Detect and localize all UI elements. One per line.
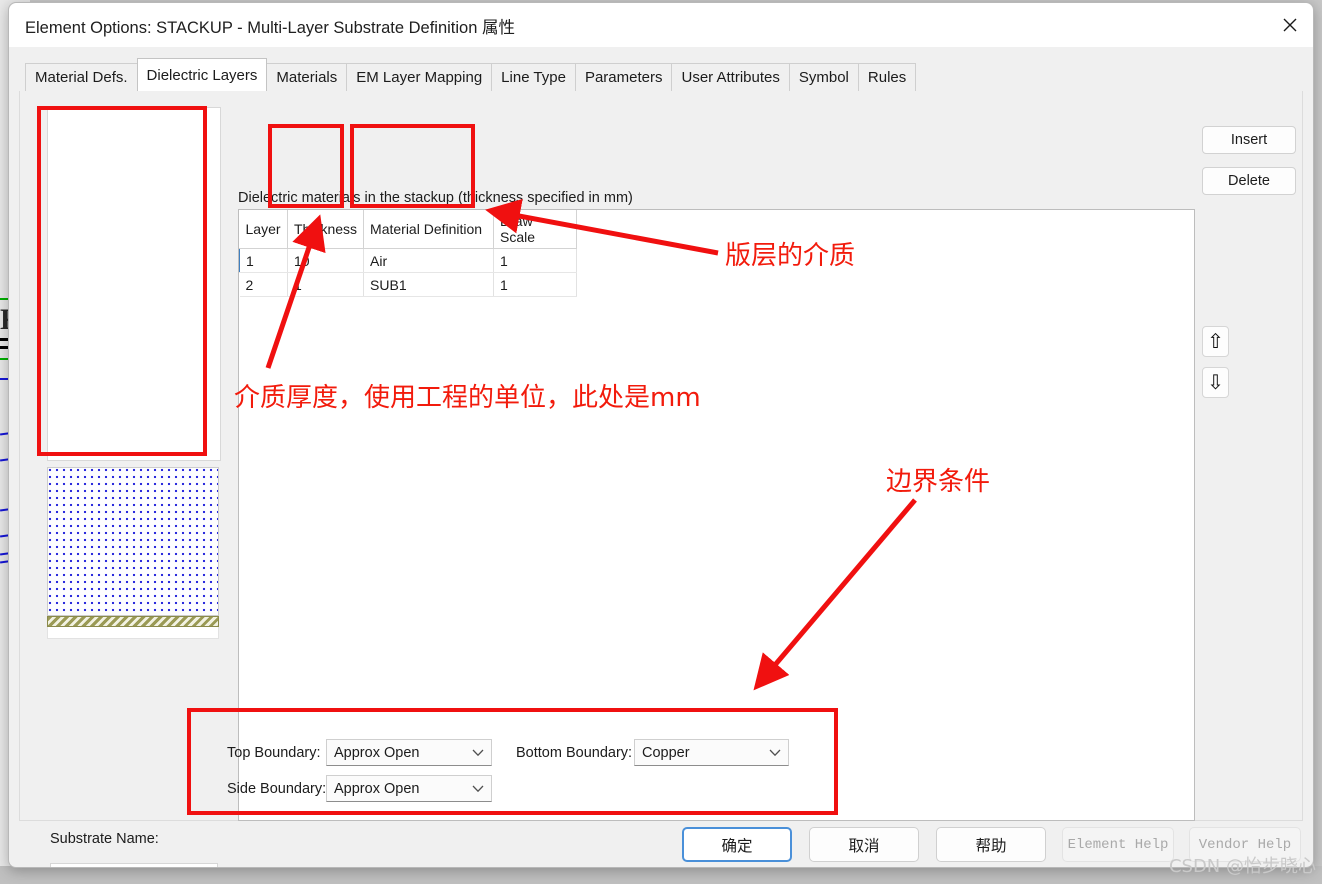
column-header-draw-scale[interactable]: Draw Scale — [493, 210, 578, 249]
side-boundary-select[interactable]: Approx Open — [326, 775, 492, 802]
tab-label: Material Defs. — [35, 69, 128, 86]
top-boundary-label: Top Boundary: — [227, 745, 321, 761]
chevron-down-icon — [465, 749, 491, 757]
cell-thickness[interactable]: 10 — [287, 248, 365, 273]
cancel-button[interactable]: 取消 — [809, 827, 919, 862]
element-options-dialog: Element Options: STACKUP - Multi-Layer S… — [8, 2, 1314, 868]
help-button[interactable]: 帮助 — [936, 827, 1046, 862]
arrow-down-icon[interactable]: ⇩ — [1202, 367, 1229, 398]
side-boundary-label: Side Boundary: — [227, 781, 327, 797]
chevron-down-icon — [465, 785, 491, 793]
preview-base — [47, 627, 219, 639]
side-boundary-value: Approx Open — [334, 780, 420, 797]
ok-button[interactable]: 确定 — [682, 827, 792, 862]
element-help-button: Element Help — [1062, 827, 1174, 862]
tab-label: EM Layer Mapping — [356, 69, 483, 86]
tab-em-layer-mapping[interactable]: EM Layer Mapping — [346, 63, 493, 91]
tab-rules[interactable]: Rules — [857, 63, 917, 91]
cell-thickness[interactable]: 1 — [287, 272, 365, 297]
tab-label: Symbol — [798, 69, 849, 86]
close-icon[interactable] — [1267, 3, 1313, 47]
preview-layer-air — [47, 107, 221, 461]
column-header-thickness[interactable]: Thickness — [287, 210, 365, 249]
tab-parameters[interactable]: Parameters — [574, 63, 673, 91]
tab-label: Parameters — [584, 69, 663, 86]
tab-dielectric-layers[interactable]: Dielectric Layers — [136, 58, 268, 91]
table-row[interactable]: 1 10 Air 1 — [239, 248, 578, 273]
bottom-boundary-label: Bottom Boundary: — [516, 745, 633, 761]
cell-draw-scale[interactable]: 1 — [493, 272, 578, 297]
dialog-title: Element Options: STACKUP - Multi-Layer S… — [25, 19, 515, 37]
tab-label: Rules — [867, 69, 907, 86]
dialog-footer: 确定 取消 帮助 Element Help Vendor Help — [9, 821, 1313, 867]
cell-layer[interactable]: 1 — [239, 248, 288, 273]
top-boundary-select[interactable]: Approx Open — [326, 739, 492, 766]
tab-label: User Attributes — [681, 69, 780, 86]
insert-button[interactable]: Insert — [1202, 126, 1296, 154]
top-boundary-value: Approx Open — [334, 744, 420, 761]
tab-materials[interactable]: Materials — [266, 63, 348, 91]
preview-layer-sub1 — [47, 467, 219, 616]
cell-material[interactable]: Air — [363, 248, 495, 273]
cell-draw-scale[interactable]: 1 — [493, 248, 578, 273]
table-row[interactable]: 2 1 SUB1 1 — [239, 272, 578, 297]
layers-table: Layer Thickness Material Definition Draw… — [239, 210, 578, 297]
dielectric-layers-panel: Substrate Name: SUB2 Dielectric material… — [19, 91, 1303, 867]
preview-bottom-copper — [47, 616, 219, 627]
tab-strip: Material Defs. Dielectric Layers Materia… — [9, 47, 1313, 91]
column-header-material[interactable]: Material Definition — [363, 210, 495, 249]
stackup-preview — [47, 107, 221, 639]
cell-material[interactable]: SUB1 — [363, 272, 495, 297]
delete-button[interactable]: Delete — [1202, 167, 1296, 195]
dialog-titlebar: Element Options: STACKUP - Multi-Layer S… — [9, 3, 1313, 47]
dielectric-layers-grid[interactable]: Layer Thickness Material Definition Draw… — [238, 209, 1195, 821]
chevron-down-icon — [762, 749, 788, 757]
tab-label: Dielectric Layers — [146, 66, 258, 84]
column-header-layer[interactable]: Layer — [239, 210, 288, 249]
table-header-row: Layer Thickness Material Definition Draw… — [239, 210, 578, 249]
bottom-boundary-value: Copper — [642, 744, 690, 761]
tab-material-defs[interactable]: Material Defs. — [25, 63, 138, 91]
bottom-boundary-select[interactable]: Copper — [634, 739, 789, 766]
tab-symbol[interactable]: Symbol — [788, 63, 859, 91]
tab-user-attributes[interactable]: User Attributes — [671, 63, 790, 91]
arrow-up-icon[interactable]: ⇧ — [1202, 326, 1229, 357]
tab-label: Materials — [276, 69, 338, 86]
background-bottom-schematic: 1 2 — [0, 866, 1322, 884]
tab-line-type[interactable]: Line Type — [491, 63, 576, 91]
tab-label: Line Type — [501, 69, 566, 86]
vendor-help-button: Vendor Help — [1189, 827, 1301, 862]
tab-list: Material Defs. Dielectric Layers Materia… — [25, 58, 917, 91]
grid-caption: Dielectric materials in the stackup (thi… — [238, 190, 633, 206]
cell-layer[interactable]: 2 — [239, 272, 288, 297]
